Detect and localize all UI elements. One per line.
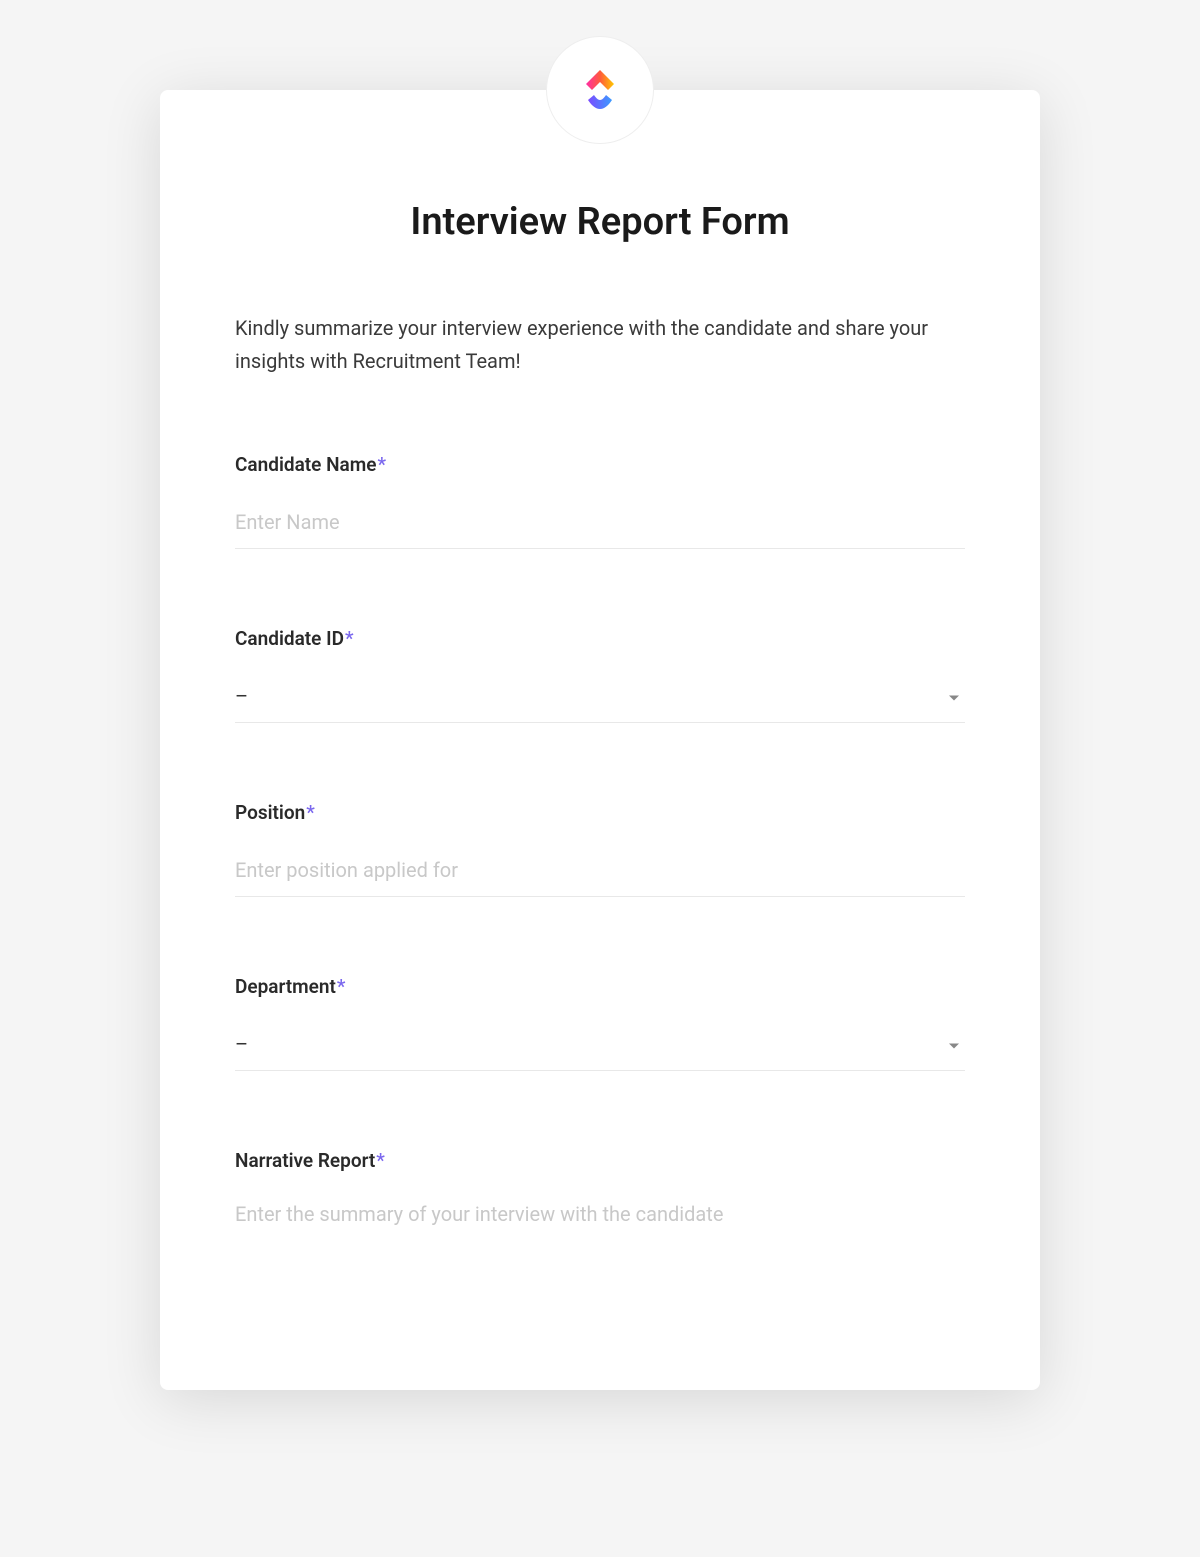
candidate-id-select[interactable]: – [235,676,965,723]
department-value: – [235,1032,248,1056]
candidate-name-input[interactable] [235,502,965,549]
narrative-report-label: Narrative Report* [235,1149,965,1172]
position-input[interactable] [235,850,965,897]
form-description: Kindly summarize your interview experien… [235,312,965,378]
required-marker: * [345,627,354,650]
field-candidate-name: Candidate Name* [235,453,965,549]
field-department: Department* – [235,975,965,1071]
required-marker: * [376,1149,385,1172]
clickup-logo-icon [572,62,628,118]
form-card: Interview Report Form Kindly summarize y… [160,90,1040,1390]
candidate-id-value: – [235,684,248,708]
chevron-down-icon [949,696,959,701]
position-label: Position* [235,801,965,824]
candidate-id-label: Candidate ID* [235,627,965,650]
narrative-report-input[interactable]: Enter the summary of your interview with… [235,1198,965,1230]
field-position: Position* [235,801,965,897]
department-select[interactable]: – [235,1024,965,1071]
field-narrative-report: Narrative Report* Enter the summary of y… [235,1149,965,1230]
candidate-name-label: Candidate Name* [235,453,965,476]
required-marker: * [337,975,346,998]
form-title: Interview Report Form [235,200,965,244]
field-candidate-id: Candidate ID* – [235,627,965,723]
required-marker: * [306,801,315,824]
logo-container [546,36,654,144]
department-label: Department* [235,975,965,998]
required-marker: * [377,453,386,476]
chevron-down-icon [949,1044,959,1049]
